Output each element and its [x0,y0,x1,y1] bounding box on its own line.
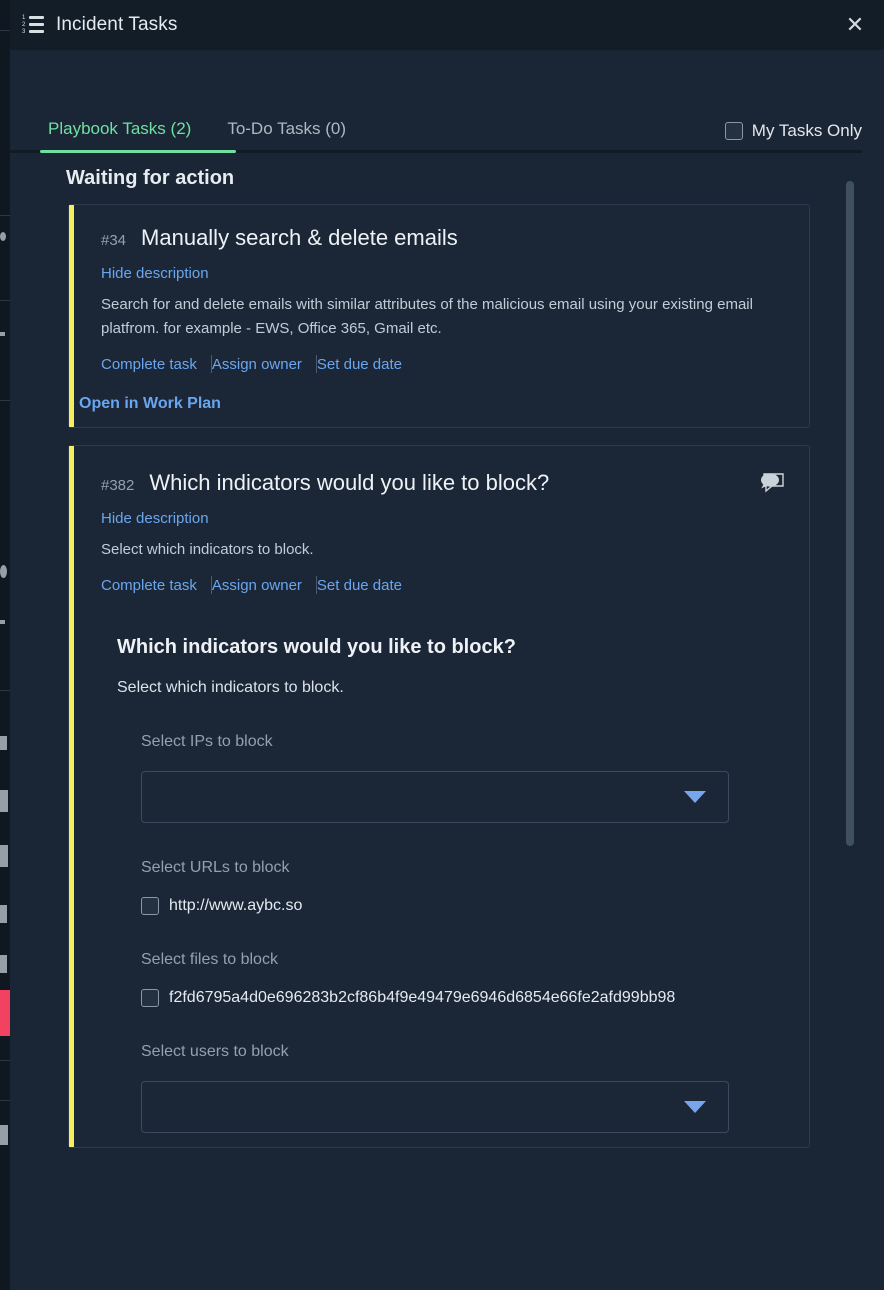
task-card-header: #34 Manually search & delete emails [101,225,785,251]
users-select[interactable] [141,1081,729,1133]
field-select-users: Select users to block [117,1043,785,1133]
modal-titlebar: 1 2 3 Incident Tasks ✕ [10,0,884,50]
app-root: 1 2 3 Incident Tasks ✕ Playbook Tasks (2… [0,0,884,1290]
numbered-list-icon: 1 2 3 [22,15,44,35]
open-in-work-plan-link[interactable]: Open in Work Plan [79,395,785,413]
my-tasks-only-checkbox[interactable] [724,122,743,140]
comment-bubble-icon[interactable] [757,470,785,494]
field-label: Select files to block [141,951,278,968]
complete-task-link[interactable]: Complete task [101,577,211,594]
task-title: Which indicators would you like to block… [149,470,550,495]
my-tasks-only-label: My Tasks Only [751,121,862,140]
field-label: Select users to block [141,1043,289,1060]
task-id: #382 [101,477,135,494]
task-id: #34 [101,232,127,249]
field-label: Select URLs to block [141,859,290,876]
toggle-description-link[interactable]: Hide description [101,510,209,527]
field-select-files: Select files to block f2fd6795a4d0e69628… [117,951,785,1007]
close-icon[interactable]: ✕ [840,10,870,40]
task-card-header: #382 Which indicators would you like to … [101,466,785,496]
task-description: Search for and delete emails with simila… [101,296,753,337]
task-card[interactable]: #34 Manually search & delete emails Hide… [68,204,810,428]
field-label: Select IPs to block [141,733,273,750]
modal-title: Incident Tasks [56,14,178,35]
task-card[interactable]: #382 Which indicators would you like to … [68,445,810,1148]
ips-select[interactable] [141,771,729,823]
task-title: Manually search & delete emails [141,225,458,250]
task-actions: Complete task Assign owner Set due date [101,576,785,594]
complete-task-link[interactable]: Complete task [101,356,211,373]
field-select-ips: Select IPs to block [117,733,785,823]
assign-owner-link[interactable]: Assign owner [212,577,316,594]
scrollbar-thumb[interactable] [846,181,854,846]
tab-playbook-tasks[interactable]: Playbook Tasks (2) [30,119,209,153]
tasks-body: Waiting for action #34 Manually search &… [10,153,884,1290]
file-checkbox[interactable] [141,989,159,1007]
incident-tasks-modal: 1 2 3 Incident Tasks ✕ Playbook Tasks (2… [10,0,884,1290]
chevron-down-icon [684,791,706,803]
tabs-bar: Playbook Tasks (2) To-Do Tasks (0) My Ta… [10,50,884,153]
vertical-scrollbar[interactable] [846,181,854,1051]
url-checkbox-row[interactable]: http://www.aybc.so [141,897,785,915]
my-tasks-only-toggle[interactable]: My Tasks Only [724,121,862,153]
file-hash-value: f2fd6795a4d0e696283b2cf86b4f9e49479e6946… [169,989,676,1006]
assign-owner-link[interactable]: Assign owner [212,356,316,373]
url-value: http://www.aybc.so [169,897,303,914]
toggle-description-link[interactable]: Hide description [101,265,209,282]
set-due-date-link[interactable]: Set due date [317,356,416,373]
url-checkbox[interactable] [141,897,159,915]
chevron-down-icon [684,1101,706,1113]
background-page-sliver [0,0,10,1290]
form-heading: Which indicators would you like to block… [117,636,516,658]
tab-todo-tasks[interactable]: To-Do Tasks (0) [209,119,364,153]
set-due-date-link[interactable]: Set due date [317,577,416,594]
section-title: Waiting for action [66,167,235,189]
form-subtitle: Select which indicators to block. [117,679,344,696]
task-description: Select which indicators to block. [101,541,314,558]
task-actions: Complete task Assign owner Set due date [101,355,785,373]
block-indicators-form: Which indicators would you like to block… [101,636,785,1133]
field-select-urls: Select URLs to block http://www.aybc.so [117,859,785,915]
task-list: #34 Manually search & delete emails Hide… [10,204,884,1148]
file-checkbox-row[interactable]: f2fd6795a4d0e696283b2cf86b4f9e49479e6946… [141,989,785,1007]
